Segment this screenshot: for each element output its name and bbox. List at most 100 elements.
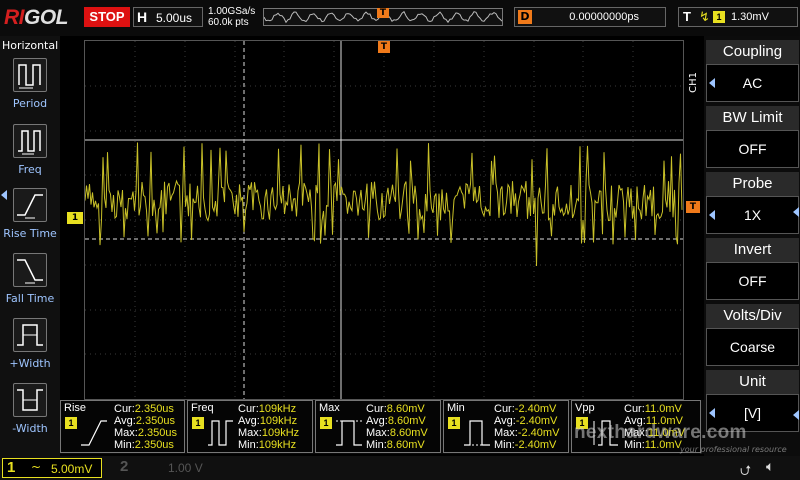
bw-limit-menu-item[interactable]: BW Limit OFF [706,106,799,170]
measure-pos-width-item[interactable]: +Width [0,318,60,382]
meas-channel-badge: 1 [320,417,332,429]
volts-div-value: Coarse [706,328,799,366]
rise-time-icon [81,420,107,446]
meas-cur-label: Cur: [238,403,259,415]
volts-div-menu-item[interactable]: Volts/Div Coarse [706,304,799,368]
probe-select-arrow-icon [709,210,715,220]
measure-menu-title: Horizontal [2,39,59,52]
meas-min-label: Min: [238,439,259,451]
ch2-status[interactable]: 2 1.00 V [114,458,214,478]
meas-min-value: -2.40mV [514,439,557,451]
bw-limit-title: BW Limit [706,106,799,130]
coupling-value: AC [706,64,799,102]
delay-label: D [518,10,532,24]
meas-avg-value: 2.350us [135,415,175,427]
waveform-grid [85,41,683,399]
meas-cur-label: Cur: [494,403,515,415]
meas-min-value: 8.60mV [386,439,425,451]
meas-min-label: Min: [494,439,515,451]
trigger-box[interactable]: T ↯ 1 1.30mV [678,7,798,27]
meas-cur-value: 8.60mV [386,403,425,415]
ch1-scale: 5.00mV [51,462,93,476]
acquisition-info: 1.00GSa/s 60.0k pts [208,6,255,28]
coupling-menu-item[interactable]: Coupling AC [706,40,799,104]
menu-page-arrow-icon[interactable] [793,410,799,420]
rigol-logo: RIGOL [4,6,69,29]
trigger-channel-badge: 1 [713,11,725,23]
trigger-label: T [683,9,691,24]
ch2-scale: 1.00 V [168,461,203,475]
meas-max-label: Max: [114,427,138,439]
meas-min-label: Min: [114,439,135,451]
meas-max-value: -2.40mV [517,427,560,439]
freq-icon [208,420,233,446]
measure-period-item[interactable]: Period [0,58,60,122]
timebase-box[interactable]: H 5.00us [133,7,203,27]
freq-icon [13,124,47,158]
speaker-icon[interactable]: 🔈︎ [766,459,774,475]
measure-freq-item[interactable]: Freq [0,124,60,188]
waveform-display[interactable] [84,40,684,400]
measurement-rise[interactable]: Rise 1 Cur:2.350us Avg:2.350us Max:2.350… [60,400,185,453]
meas-cur-value: 109kHz [258,403,297,415]
meas-cur-value: -2.40mV [514,403,557,415]
measure-rise-time-item[interactable]: Rise Time [0,188,60,252]
meas-min-value: 109kHz [258,439,297,451]
meas-max-label: Max: [366,427,390,439]
run-stop-indicator[interactable]: STOP [84,7,130,27]
measurement-freq[interactable]: Freq 1 Cur:109kHz Avg:109kHz Max:109kHz … [187,400,313,453]
delay-box[interactable]: D 0.00000000ps [514,7,666,27]
usb-icon: ⮍ [740,463,752,479]
meas-avg-value: 109kHz [259,415,298,427]
ch2-number: 2 [120,458,129,475]
meas-avg-label: Avg: [238,415,260,427]
fall-time-icon [13,253,47,287]
bw-limit-value: OFF [706,130,799,168]
measure-pos-width-label: +Width [9,357,51,370]
meas-cur-value: 2.350us [134,403,174,415]
probe-value: 1X [706,196,799,234]
meas-cur-label: Cur: [114,403,135,415]
meas-avg-label: Avg: [494,415,516,427]
sample-rate: 1.00GSa/s [208,6,256,17]
meas-name: Freq [191,402,214,414]
meas-name: Rise [64,402,87,414]
ch1-status[interactable]: 1 ~ 5.00mV [2,458,102,478]
ac-coupling-icon: ~ [31,460,42,474]
measure-fall-time-item[interactable]: Fall Time [0,253,60,317]
measure-freq-label: Freq [18,163,42,176]
meas-max-value: 109kHz [261,427,300,439]
measure-rise-time-label: Rise Time [3,227,57,240]
measure-neg-width-item[interactable]: -Width [0,383,60,447]
measure-period-label: Period [12,97,48,110]
menu-page-arrow-icon[interactable] [793,207,799,217]
meas-cur-label: Cur: [366,403,387,415]
watermark-text: nexthardware.com [574,422,747,443]
invert-menu-item[interactable]: Invert OFF [706,238,799,302]
neg-width-icon [13,383,47,417]
watermark-subtext: your professional resource [680,445,787,454]
coupling-select-arrow-icon [709,78,715,88]
measurement-min[interactable]: Min 1 Cur:-2.40mV Avg:-2.40mV Max:-2.40m… [443,400,569,453]
meas-cur-label: Cur: [624,403,645,415]
unit-title: Unit [706,370,799,394]
meas-min-value: 2.350us [134,439,174,451]
ch1-number: 1 [7,459,16,476]
measure-fall-time-label: Fall Time [5,292,55,305]
meas-name: Max [319,402,340,414]
invert-value: OFF [706,262,799,300]
ch1-offset-marker[interactable]: 1 [67,212,83,224]
graticule [85,41,683,399]
meas-max-label: Max: [494,427,518,439]
channel-menu-title: CH1 [688,72,699,93]
meas-max-value: 8.60mV [389,427,428,439]
rising-edge-trigger-icon: ↯ [699,9,710,24]
meas-avg-value: -2.40mV [515,415,558,427]
measurement-max[interactable]: Max 1 Cur:8.60mV Avg:8.60mV Max:8.60mV M… [315,400,441,453]
max-icon [336,420,362,446]
trigger-level-marker[interactable]: T [686,201,700,213]
timebase-label: H [137,9,148,25]
probe-menu-item[interactable]: Probe 1X [706,172,799,236]
meas-avg-value: 8.60mV [387,415,426,427]
trigger-position-marker[interactable]: T [378,41,390,53]
